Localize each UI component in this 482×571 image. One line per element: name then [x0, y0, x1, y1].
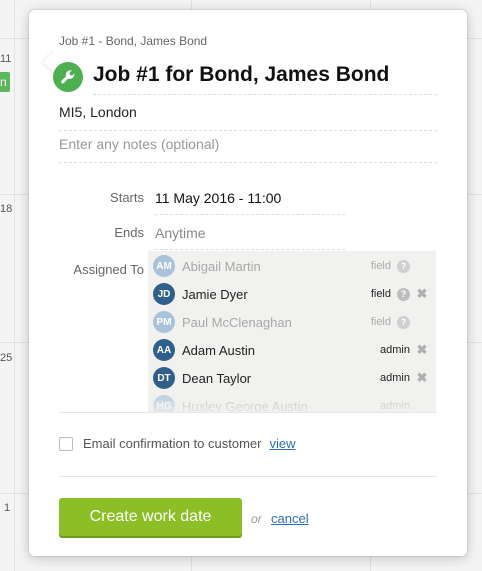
assignee-role: field	[370, 288, 391, 300]
notes-input[interactable]	[59, 134, 437, 163]
breadcrumb: Job #1 - Bond, James Bond	[59, 34, 208, 48]
avatar: PM	[153, 311, 175, 333]
assignee-row[interactable]: DT Dean Taylor admin ✖	[148, 364, 436, 392]
ends-label: Ends	[114, 225, 144, 240]
assignee-name: Huxley George Austin	[182, 398, 308, 414]
avatar: DT	[153, 367, 175, 389]
assignee-role: field	[370, 316, 391, 328]
assignee-name: Paul McClenaghan	[182, 314, 292, 330]
wrench-icon	[53, 62, 83, 92]
remove-icon[interactable]: ✖	[416, 370, 428, 386]
assignee-role: admin	[380, 344, 410, 356]
email-confirmation-checkbox[interactable]	[59, 436, 73, 451]
assignee-role: field	[370, 260, 391, 272]
calendar-day-number: 1	[4, 502, 11, 514]
help-icon[interactable]: ?	[397, 287, 410, 301]
avatar: JD	[153, 283, 175, 305]
calendar-day-number: 18	[0, 203, 13, 215]
avatar: AM	[153, 255, 175, 277]
divider	[59, 412, 437, 413]
calendar-grid-line	[14, 0, 15, 571]
calendar-event-chip[interactable]: n	[0, 72, 10, 92]
calendar-day-number: 11	[0, 53, 12, 65]
or-text: or	[251, 512, 262, 526]
create-work-date-button[interactable]: Create work date	[59, 498, 242, 536]
assignee-row[interactable]: HG Huxley George Austin admin	[148, 392, 436, 413]
assignee-name: Jamie Dyer	[182, 286, 248, 302]
starts-label: Starts	[110, 190, 144, 205]
ends-field[interactable]: Anytime	[155, 225, 345, 250]
assignee-name: Dean Taylor	[182, 370, 252, 386]
avatar: AA	[153, 339, 175, 361]
job-location[interactable]: MI5, London	[59, 104, 437, 131]
assignee-row[interactable]: JD Jamie Dyer field ? ✖	[148, 280, 436, 308]
assignee-name: Abigail Martin	[182, 258, 261, 274]
assignee-row[interactable]: AM Abigail Martin field ?	[148, 252, 436, 280]
email-confirmation-label[interactable]: Email confirmation to customer	[83, 436, 261, 451]
assignee-row[interactable]: PM Paul McClenaghan field ?	[148, 308, 436, 336]
assignee-role: admin	[380, 400, 410, 412]
view-link[interactable]: view	[269, 436, 295, 451]
remove-icon[interactable]: ✖	[416, 342, 428, 358]
assignee-role: admin	[380, 372, 410, 384]
help-icon[interactable]: ?	[397, 259, 410, 273]
email-confirmation-row: Email confirmation to customer view	[59, 436, 295, 451]
calendar-day-number: 25	[0, 352, 13, 364]
assignee-row[interactable]: AA Adam Austin admin ✖	[148, 336, 436, 364]
help-icon[interactable]: ?	[397, 315, 410, 329]
create-work-date-popup: Job #1 - Bond, James Bond Job #1 for Bon…	[29, 10, 467, 556]
cancel-link[interactable]: cancel	[271, 511, 309, 526]
assigned-to-label: Assigned To	[73, 262, 144, 277]
job-title[interactable]: Job #1 for Bond, James Bond	[93, 63, 437, 95]
starts-field[interactable]: 11 May 2016 - 11:00	[155, 190, 345, 215]
assignee-list[interactable]: AM Abigail Martin field ? JD Jamie Dyer …	[148, 251, 436, 413]
avatar: HG	[153, 395, 175, 413]
remove-icon[interactable]: ✖	[416, 286, 428, 302]
assignee-name: Adam Austin	[182, 342, 255, 358]
divider	[59, 476, 437, 477]
